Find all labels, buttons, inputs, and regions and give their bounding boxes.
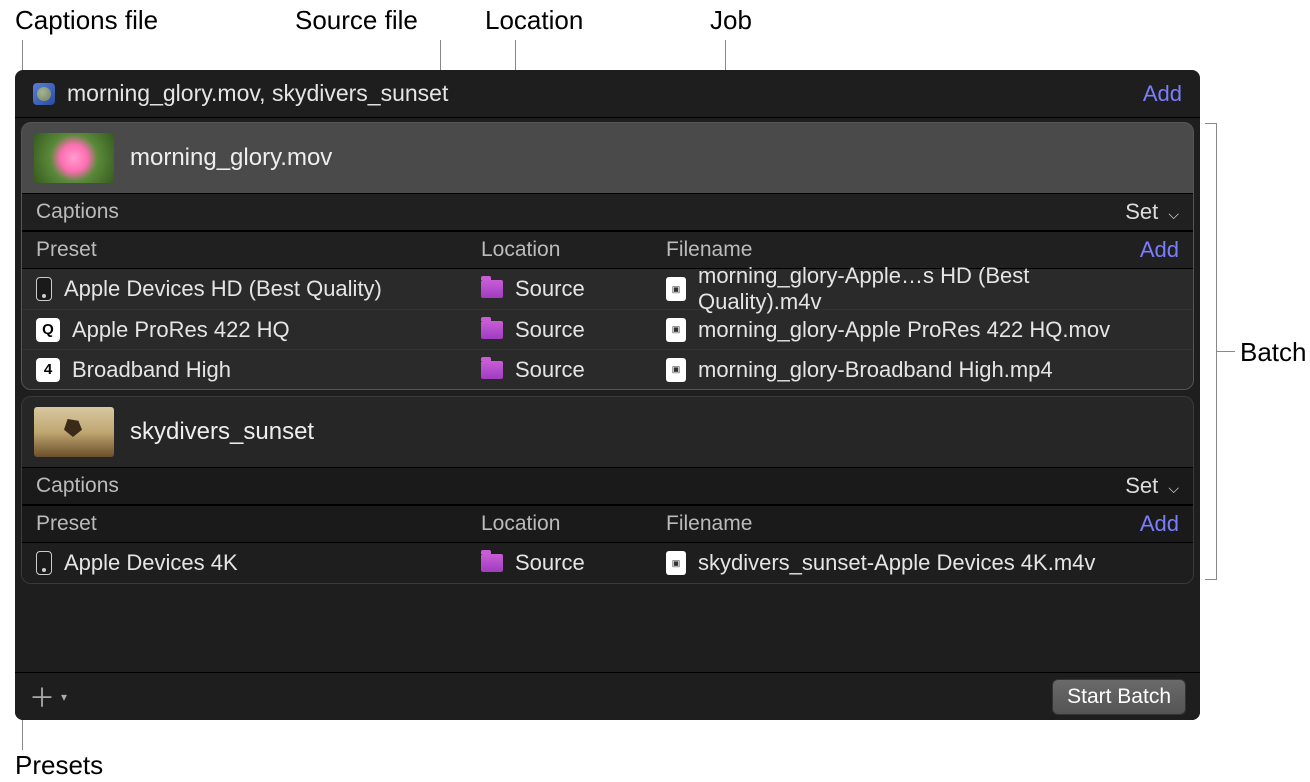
- chevron-down-icon: ⌵: [1168, 480, 1179, 496]
- job-name: morning_glory.mov: [130, 144, 332, 172]
- preset-add-link[interactable]: Add: [1119, 511, 1179, 537]
- toolbar: ＋ ▾ Start Batch: [15, 672, 1200, 720]
- col-header-filename: Filename: [666, 238, 1119, 262]
- preset-row[interactable]: Q Apple ProRes 422 HQ Source ▣ morning_glory…: [22, 309, 1193, 349]
- file-icon: ▣: [666, 551, 686, 575]
- preset-row[interactable]: Apple Devices HD (Best Quality)Source▣mo…: [22, 269, 1193, 309]
- job-thumbnail: [34, 133, 114, 183]
- preset-name: Broadband High: [72, 357, 231, 383]
- preset-add-link[interactable]: Add: [1119, 237, 1179, 263]
- captions-label: Captions: [36, 200, 119, 224]
- preset-name: Apple Devices HD (Best Quality): [64, 276, 382, 302]
- preset-name: Apple Devices 4K: [64, 550, 238, 576]
- folder-icon: [481, 280, 503, 298]
- batch-panel: morning_glory.mov, skydivers_sunset Add …: [15, 70, 1200, 720]
- job[interactable]: skydivers_sunset Captions Set ⌵ PresetLocat…: [21, 396, 1194, 584]
- start-batch-button[interactable]: Start Batch: [1052, 679, 1186, 715]
- captions-set-button[interactable]: Set ⌵: [1125, 473, 1179, 499]
- job-thumbnail: [34, 407, 114, 457]
- preset-header-row: PresetLocationFilenameAdd: [22, 505, 1193, 543]
- preset-location: Source: [515, 276, 585, 302]
- col-header-preset: Preset: [36, 238, 481, 262]
- col-header-filename: Filename: [666, 512, 1119, 536]
- file-icon: ▣: [666, 277, 686, 301]
- plus-icon: ＋: [29, 678, 55, 715]
- callout-location: Location: [485, 5, 583, 36]
- preset-filename: morning_glory-Apple…s HD (Best Quality).…: [698, 263, 1119, 315]
- col-header-location: Location: [481, 238, 666, 262]
- preset-row[interactable]: 4 Broadband High Source ▣ morning_glory-Broa…: [22, 349, 1193, 389]
- callout-batch: Batch: [1240, 337, 1307, 368]
- captions-label: Captions: [36, 474, 119, 498]
- batch-header: morning_glory.mov, skydivers_sunset Add: [15, 70, 1200, 118]
- job-header[interactable]: morning_glory.mov: [22, 123, 1193, 193]
- add-preset-button[interactable]: ＋ ▾: [29, 678, 67, 715]
- captions-set-button[interactable]: Set ⌵: [1125, 199, 1179, 225]
- folder-icon: [481, 321, 503, 339]
- file-icon: ▣: [666, 358, 686, 382]
- preset-row[interactable]: Apple Devices 4K Source ▣ skydivers_sunset-…: [22, 543, 1193, 583]
- device-icon: [36, 277, 52, 301]
- preset-filename: morning_glory-Apple ProRes 422 HQ.mov: [698, 317, 1110, 343]
- captions-row: Captions Set ⌵: [22, 467, 1193, 505]
- folder-icon: [481, 361, 503, 379]
- job-header[interactable]: skydivers_sunset: [22, 397, 1193, 467]
- jobs-container: morning_glory.movCaptionsSet ⌵PresetLoca…: [15, 118, 1200, 672]
- compressor-icon: [33, 83, 55, 105]
- preset-location: Source: [515, 550, 585, 576]
- batch-bracket: [1205, 123, 1217, 580]
- batch-add-link[interactable]: Add: [1143, 81, 1182, 107]
- job-name: skydivers_sunset: [130, 418, 314, 446]
- col-header-preset: Preset: [36, 512, 481, 536]
- callout-line: [1217, 351, 1235, 352]
- job[interactable]: morning_glory.mov Captions Set ⌵ PresetLoca…: [21, 122, 1194, 390]
- callout-presets: Presets: [15, 750, 103, 781]
- preset-filename: skydivers_sunset-Apple Devices 4K.m4v: [698, 550, 1095, 576]
- prores-icon: Q: [36, 318, 60, 342]
- device-icon: [36, 551, 52, 575]
- col-header-location: Location: [481, 512, 666, 536]
- chevron-down-icon: ⌵: [1168, 206, 1179, 222]
- broadband-icon: 4: [36, 358, 60, 382]
- file-icon: ▣: [666, 318, 686, 342]
- preset-location: Source: [515, 317, 585, 343]
- chevron-down-icon: ▾: [61, 690, 67, 704]
- callout-captions-file: Captions file: [15, 5, 158, 36]
- preset-name: Apple ProRes 422 HQ: [72, 317, 290, 343]
- callout-job: Job: [710, 5, 752, 36]
- preset-filename: morning_glory-Broadband High.mp4: [698, 357, 1053, 383]
- batch-title: morning_glory.mov, skydivers_sunset: [67, 80, 448, 107]
- callout-source-file: Source file: [295, 5, 418, 36]
- folder-icon: [481, 554, 503, 572]
- captions-row: Captions Set ⌵: [22, 193, 1193, 231]
- preset-location: Source: [515, 357, 585, 383]
